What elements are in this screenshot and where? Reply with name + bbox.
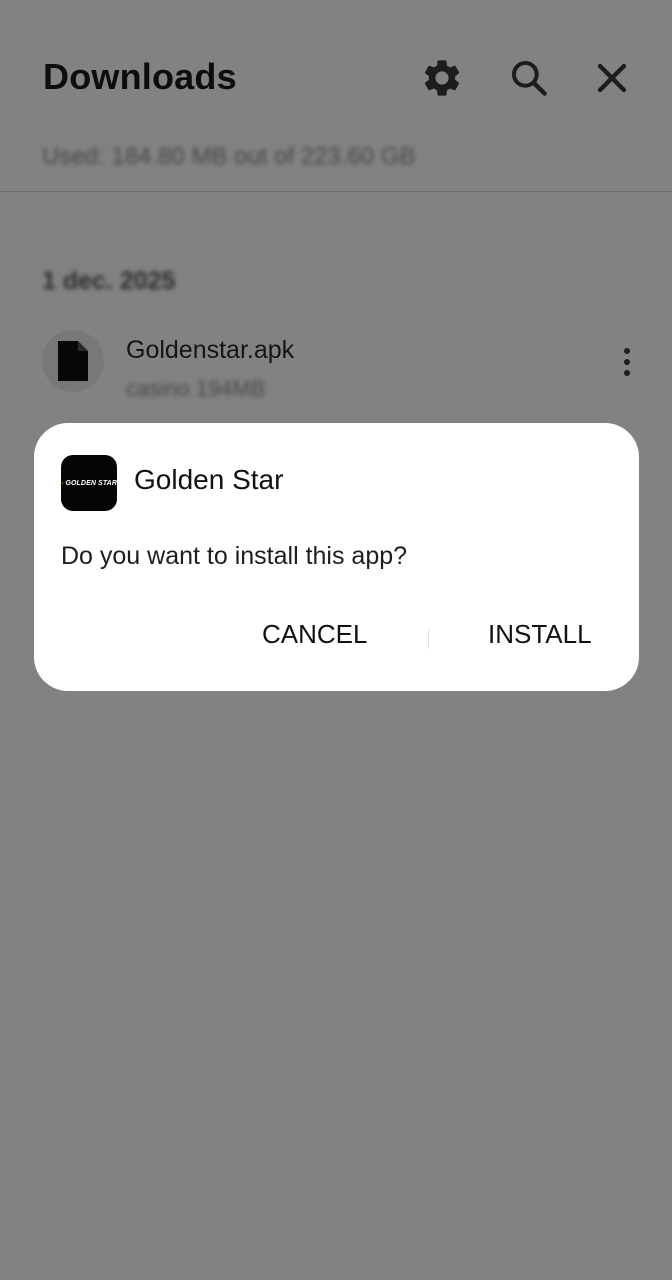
app-logo-text: GOLDEN STAR (65, 479, 117, 487)
app-name: Golden Star (134, 464, 284, 495)
cancel-button[interactable]: CANCEL (262, 619, 367, 650)
install-dialog: GOLDEN STAR Golden Star Do you want to i… (34, 423, 639, 691)
app-logo-icon: GOLDEN STAR (61, 455, 117, 511)
button-divider (428, 629, 429, 649)
install-button[interactable]: INSTALL (488, 619, 592, 650)
star-icon (61, 481, 64, 485)
downloads-screen: Downloads Used: 184.80 MB out of 223.60 … (0, 0, 672, 1280)
install-prompt: Do you want to install this app? (61, 542, 408, 570)
